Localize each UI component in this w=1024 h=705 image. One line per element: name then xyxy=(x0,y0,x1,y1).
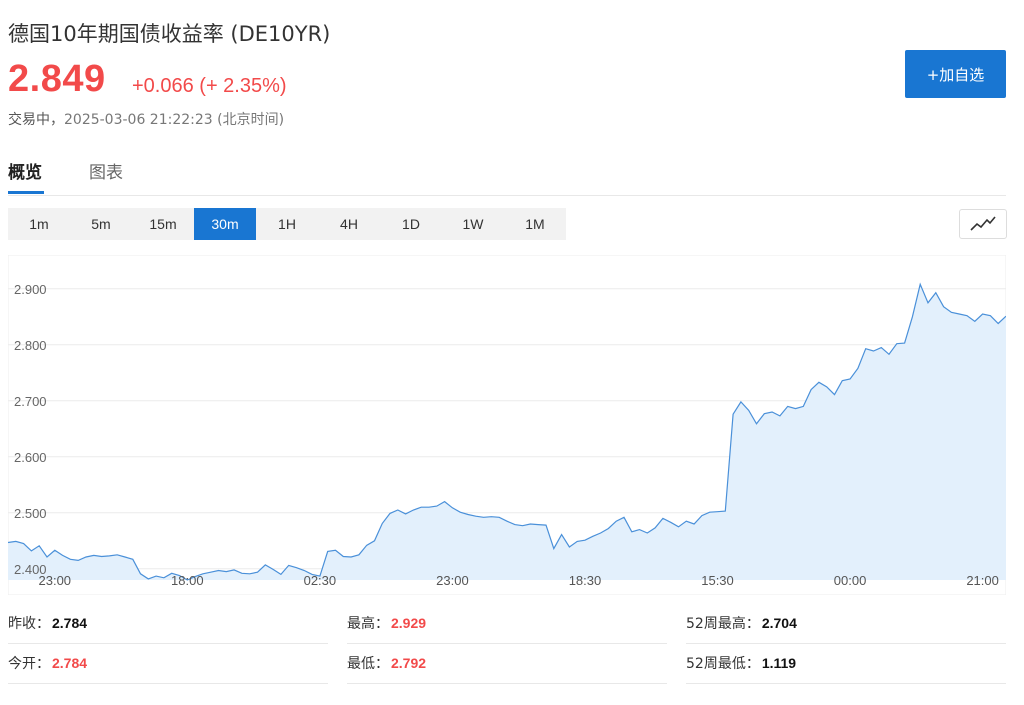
add-to-watchlist-button[interactable]: +加自选 xyxy=(905,50,1006,98)
x-tick-label: 18:30 xyxy=(569,573,602,588)
x-tick-label: 15:30 xyxy=(701,573,734,588)
price-chart: 2.900 2.800 2.700 2.600 2.500 2.400 23:00 18:00… xyxy=(7,254,1007,596)
stat-label: 昨收： xyxy=(8,616,50,632)
stat-label: 52周最低： xyxy=(686,656,760,672)
tab-bar: 概览 图表 xyxy=(8,150,1006,196)
x-tick-label: 00:00 xyxy=(834,573,867,588)
interval-15m[interactable]: 15m xyxy=(132,208,194,240)
stat-52w-low: 52周最低： 1.119 xyxy=(686,643,1006,684)
chart-type-button[interactable] xyxy=(959,209,1007,239)
interval-1m[interactable]: 1m xyxy=(8,208,70,240)
interval-30m[interactable]: 30m xyxy=(194,208,256,240)
price-change: +0.066 (+ 2.35%) xyxy=(132,75,287,97)
interval-selector: 1m 5m 15m 30m 1H 4H 1D 1W 1M xyxy=(8,208,566,240)
y-tick-label: 2.800 xyxy=(14,338,47,353)
y-tick-label: 2.900 xyxy=(14,282,47,297)
stat-value: 2.784 xyxy=(52,655,88,671)
stat-open: 今开： 2.784 xyxy=(8,643,328,684)
page-title: 德国10年期国债收益率 (DE10YR) xyxy=(8,22,331,46)
status-timestamp: 2025-03-06 21:22:23 (北京时间) xyxy=(64,112,285,128)
stat-low: 最低： 2.792 xyxy=(347,643,667,684)
current-price: 2.849 xyxy=(8,58,106,100)
interval-4h[interactable]: 4H xyxy=(318,208,380,240)
x-tick-label: 21:00 xyxy=(966,573,999,588)
stat-value: 1.119 xyxy=(761,655,797,671)
x-tick-label: 18:00 xyxy=(171,573,204,588)
stat-label: 最低： xyxy=(347,656,389,672)
interval-1h[interactable]: 1H xyxy=(256,208,318,240)
stat-label: 最高： xyxy=(347,616,389,632)
status-label: 交易中， xyxy=(8,112,64,128)
chart-svg: 2.9002.8002.7002.6002.5002.40023:00 18:00… xyxy=(7,254,1007,596)
interval-1mo[interactable]: 1M xyxy=(504,208,566,240)
interval-1w[interactable]: 1W xyxy=(442,208,504,240)
tab-overview[interactable]: 概览 xyxy=(8,158,42,183)
interval-5m[interactable]: 5m xyxy=(70,208,132,240)
x-tick-label: 02:30 xyxy=(304,573,337,588)
active-tab-indicator xyxy=(8,191,44,194)
stat-52w-high: 52周最高： 2.704 xyxy=(686,603,1006,644)
interval-1d[interactable]: 1D xyxy=(380,208,442,240)
tab-chart[interactable]: 图表 xyxy=(89,158,123,183)
line-chart-icon xyxy=(970,216,996,231)
y-tick-label: 2.700 xyxy=(14,394,47,409)
x-tick-label: 23:00 xyxy=(39,573,72,588)
stat-high: 最高： 2.929 xyxy=(347,603,667,644)
stat-value: 2.792 xyxy=(391,655,427,671)
stat-label: 今开： xyxy=(8,656,50,672)
y-tick-label: 2.600 xyxy=(14,450,47,465)
y-tick-label: 2.500 xyxy=(14,506,47,521)
trading-status: 交易中，2025-03-06 21:22:23 (北京时间) xyxy=(8,109,284,129)
stat-prev-close: 昨收： 2.784 xyxy=(8,603,328,644)
stat-value: 2.784 xyxy=(52,615,88,631)
stat-label: 52周最高： xyxy=(686,616,760,632)
x-tick-label: 23:00 xyxy=(436,573,469,588)
stat-value: 2.704 xyxy=(761,615,797,631)
stat-value: 2.929 xyxy=(391,615,427,631)
